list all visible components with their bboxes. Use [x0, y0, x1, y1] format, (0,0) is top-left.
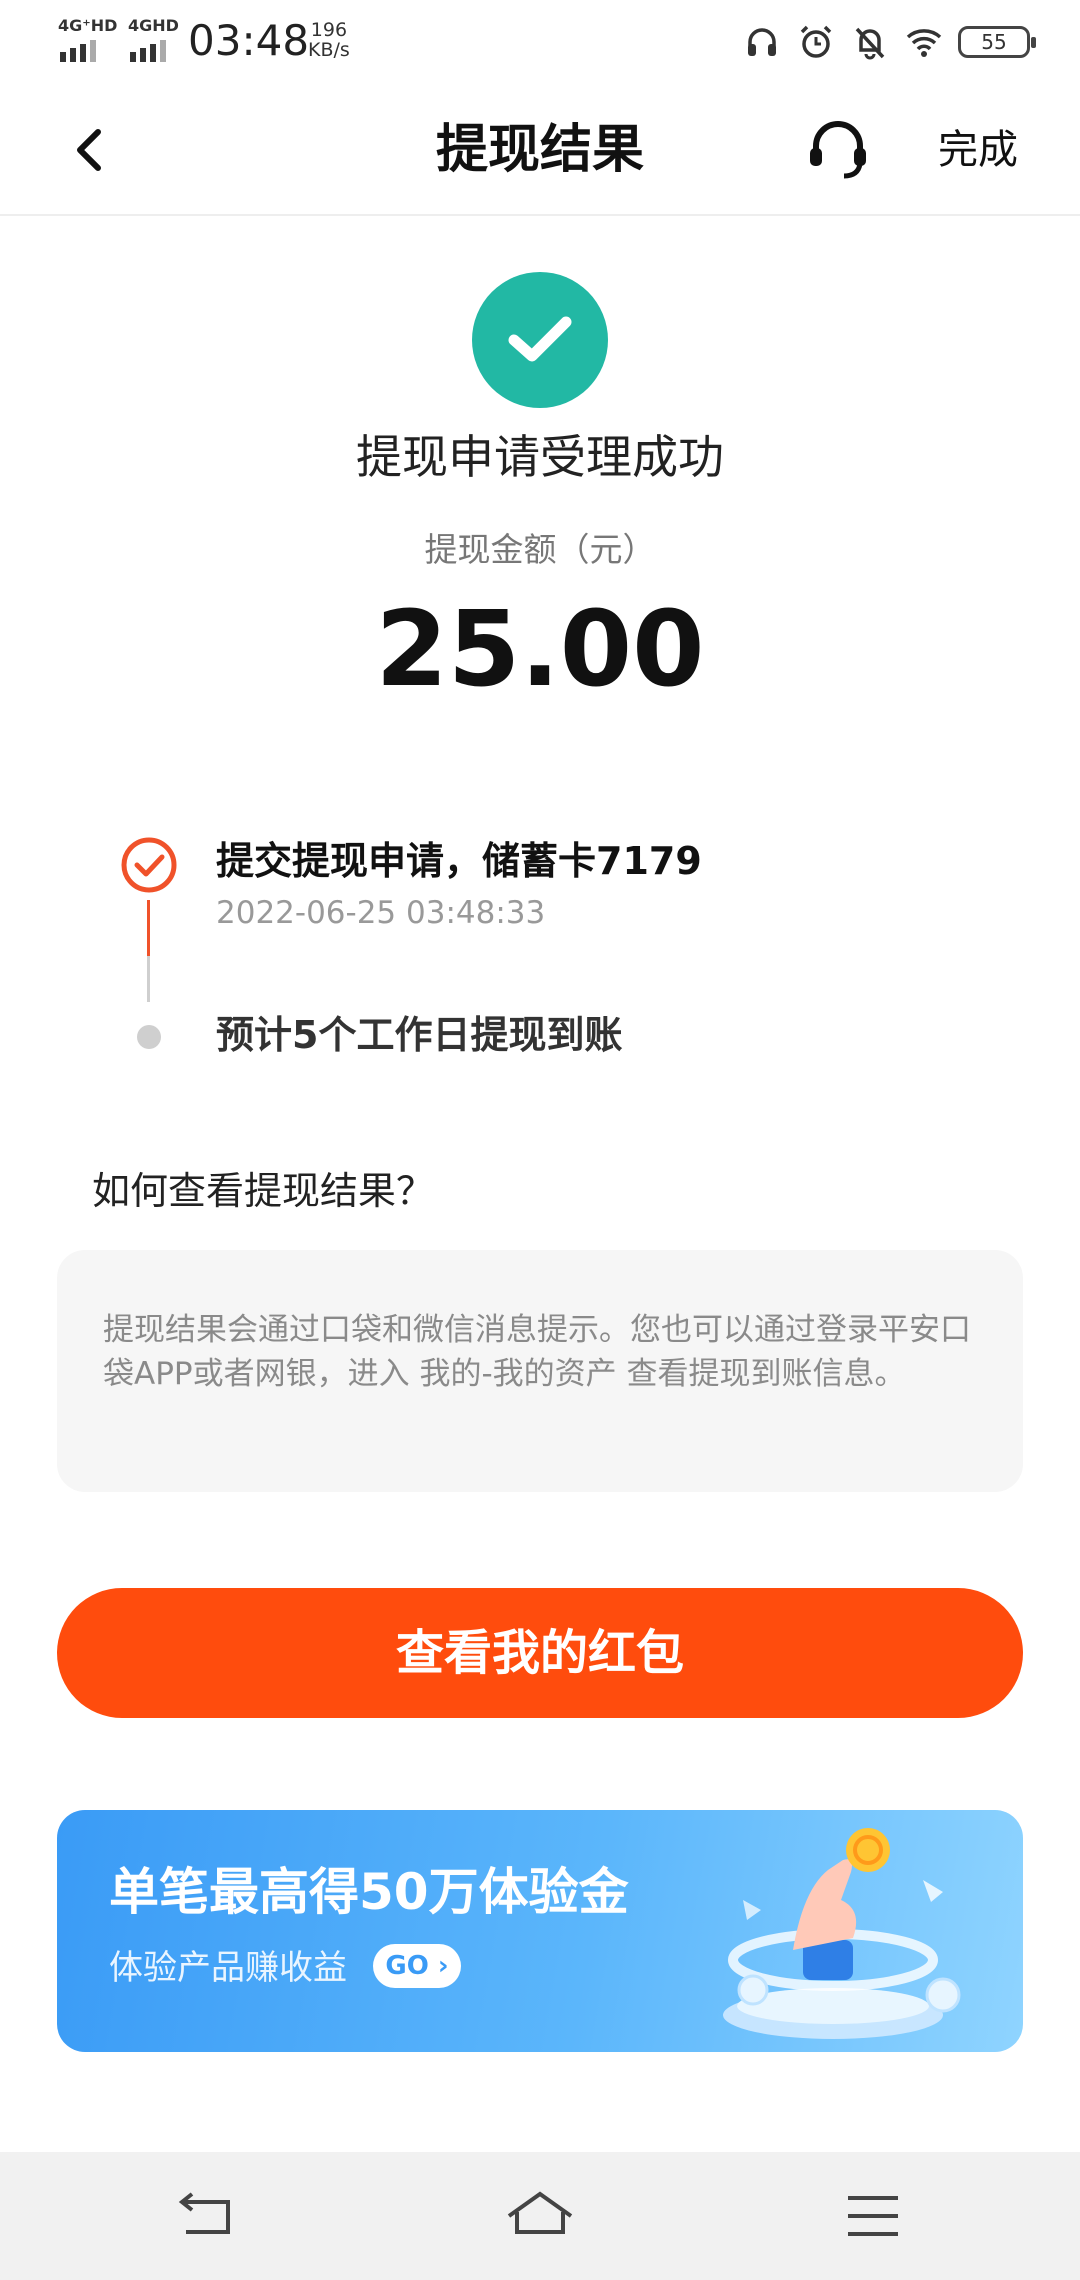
- banner-go-button[interactable]: GO ›: [373, 1944, 461, 1988]
- timeline-line-active: [147, 900, 150, 956]
- info-box: 提现结果会通过口袋和微信消息提示。您也可以通过登录平安口袋APP或者网银，进入 …: [57, 1250, 1023, 1492]
- info-text: 提现结果会通过口袋和微信消息提示。您也可以通过登录平安口袋APP或者网银，进入 …: [103, 1312, 971, 1392]
- timeline-step-submitted: 提交提现申请，储蓄卡7179: [216, 839, 702, 883]
- done-button[interactable]: 完成: [938, 124, 1018, 176]
- signal-bars-2-icon: [130, 40, 166, 62]
- top-nav-bar: 提现结果 完成: [0, 84, 1080, 216]
- step-done-icon: [121, 837, 177, 893]
- info-heading: 如何查看提现结果？: [92, 1169, 435, 1213]
- signal-label-1: 4G⁺HD: [58, 16, 118, 35]
- success-check-icon: [472, 272, 608, 408]
- status-icons: 55: [742, 22, 1036, 62]
- headset-icon[interactable]: [802, 114, 874, 186]
- banner-go-label: GO: [385, 1951, 429, 1981]
- alarm-icon: [800, 25, 832, 58]
- page-title: 提现结果: [435, 120, 644, 180]
- signal-bars-1-icon: [60, 40, 96, 62]
- step-pending-dot: [137, 1025, 161, 1049]
- signal-label-2: 4GHD: [128, 16, 179, 35]
- system-nav-bar: [0, 2152, 1080, 2280]
- withdraw-amount: 25.00: [375, 588, 705, 710]
- status-text: 提现申请受理成功: [356, 430, 724, 484]
- checkmark-icon: [508, 316, 572, 362]
- view-red-packet-button[interactable]: 查看我的红包: [57, 1588, 1023, 1718]
- hand-coin-illustration-icon: [723, 1828, 961, 2039]
- wifi-icon: [906, 29, 942, 57]
- banner-subtitle: 体验产品赚收益: [109, 1948, 347, 1988]
- back-nav-icon[interactable]: [172, 2188, 242, 2244]
- home-nav-icon[interactable]: [505, 2188, 575, 2244]
- bell-off-icon: [855, 27, 885, 60]
- network-speed: 196 KB/s: [308, 20, 350, 60]
- amount-label: 提现金额（元）: [424, 530, 656, 569]
- battery-icon: 55: [958, 26, 1036, 58]
- timeline-step-expected: 预计5个工作日提现到账: [216, 1013, 623, 1057]
- network-speed-value: 196: [310, 19, 348, 41]
- timeline-step-time: 2022-06-25 03:48:33: [216, 895, 546, 931]
- network-speed-unit: KB/s: [308, 39, 350, 61]
- status-bar: 4G⁺HD 4GHD 03:48 196 KB/s 55: [0, 0, 1080, 84]
- menu-nav-icon[interactable]: [838, 2188, 908, 2244]
- banner-title: 单笔最高得50万体验金: [109, 1863, 629, 1921]
- promo-banner[interactable]: 单笔最高得50万体验金 体验产品赚收益 GO ›: [57, 1810, 1023, 2052]
- headphones-icon: [748, 28, 776, 56]
- clock: 03:48: [188, 16, 310, 65]
- timeline-line-pending: [147, 956, 150, 1002]
